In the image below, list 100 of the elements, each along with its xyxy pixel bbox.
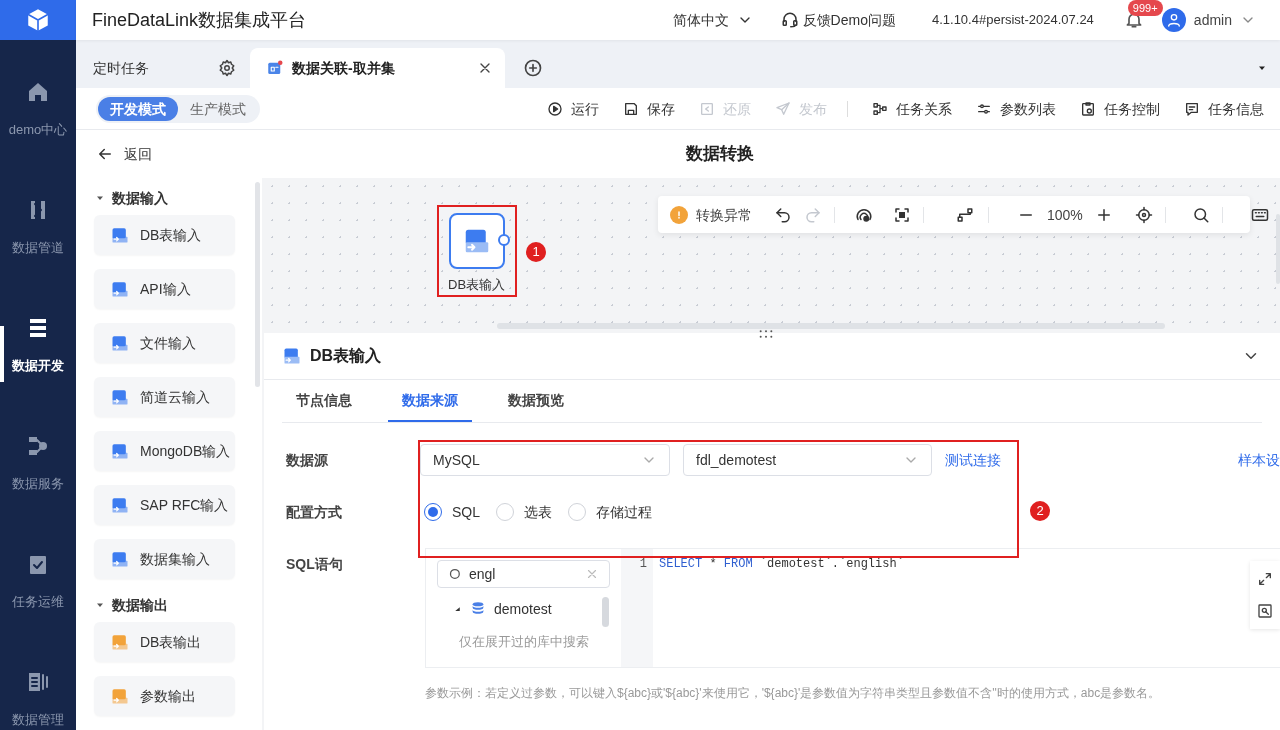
undo-icon[interactable] — [774, 205, 792, 224]
field-label: 数据源 — [286, 451, 329, 470]
tree-scrollbar[interactable] — [602, 597, 609, 627]
radio-option[interactable]: SQL — [424, 502, 480, 522]
mode-option[interactable]: 生产模式 — [178, 96, 258, 121]
connector-icon[interactable] — [956, 205, 974, 224]
settings-icon[interactable] — [218, 59, 236, 77]
node-type-icon — [110, 441, 130, 461]
panel-title: DB表输入 — [310, 346, 382, 366]
save-icon — [623, 100, 639, 117]
line-number: 1 — [621, 549, 653, 667]
field-label: 配置方式 — [286, 503, 343, 522]
panel-tab[interactable]: 数据预览 — [494, 380, 578, 422]
tree-node[interactable]: demotest — [437, 598, 610, 620]
expand-icon[interactable] — [1257, 571, 1273, 587]
database-table-icon — [282, 346, 302, 366]
palette-node[interactable]: MongoDB输入 — [94, 431, 235, 471]
version-label: 4.1.10.4#persist-2024.07.24 — [931, 11, 1094, 30]
db-input-node[interactable] — [448, 213, 505, 269]
node-type-icon — [110, 279, 130, 299]
feedback-link[interactable]: 反馈Demo问题 — [780, 10, 896, 30]
task-tab[interactable]: 定时任务 — [76, 48, 250, 88]
nav-item[interactable]: 任务运维 — [0, 530, 76, 648]
task-icon — [266, 59, 284, 77]
palette-node[interactable]: 数据集输入 — [94, 539, 235, 579]
search-icon[interactable] — [1191, 205, 1210, 224]
toolbar-button[interactable]: 参数列表 — [976, 98, 1056, 119]
expand-caret-icon — [453, 604, 462, 614]
send-icon — [775, 100, 791, 117]
flow-icon — [872, 100, 888, 117]
toolbar-button[interactable]: 任务信息 — [1184, 98, 1264, 119]
nav-label: 数据服务 — [12, 475, 64, 493]
document-icon — [26, 670, 50, 694]
sample-link[interactable]: 样本设 — [1238, 450, 1280, 470]
palette-node[interactable]: SAP RFC输入 — [94, 485, 235, 525]
palette-node[interactable]: 参数输出 — [94, 676, 235, 716]
task-tab[interactable]: 数据关联-取并集 — [250, 48, 505, 88]
panel-tab[interactable]: 数据来源 — [388, 380, 472, 422]
toolbar-button[interactable]: 运行 — [547, 98, 599, 119]
palette-node[interactable]: API输入 — [94, 269, 235, 309]
node-label: DB表输入 — [448, 276, 506, 294]
annotation-badge: 1 — [526, 242, 546, 262]
search-icon — [448, 566, 463, 582]
search-field[interactable]: engl — [437, 560, 610, 588]
palette-group[interactable]: 数据输入 — [94, 188, 168, 208]
database-icon — [470, 601, 486, 617]
language-selector[interactable]: 简体中文 — [672, 10, 753, 30]
fit-view-icon[interactable] — [893, 205, 911, 224]
node-type-icon — [110, 495, 130, 515]
home-icon — [26, 80, 50, 104]
palette-node[interactable]: 文件输入 — [94, 323, 235, 363]
annotation-badge: 2 — [1030, 501, 1050, 521]
code-line: SELECT * FROM `demotest`.`english` — [658, 556, 904, 573]
headset-icon — [780, 11, 799, 29]
nav-label: demo中心 — [8, 121, 68, 139]
select-field[interactable]: fdl_demotest — [683, 444, 932, 476]
select-field[interactable]: MySQL — [420, 444, 670, 476]
node-type-icon — [110, 686, 130, 706]
status-label: 转换异常 — [696, 205, 752, 225]
nav-item[interactable]: 数据管道 — [0, 176, 76, 294]
panel-tab[interactable]: 节点信息 — [282, 380, 366, 422]
nav-label: 数据管道 — [12, 239, 64, 257]
nav-label: 数据管理 — [12, 711, 64, 729]
notification-badge: 999+ — [1127, 0, 1163, 16]
page-title: 数据转换 — [686, 143, 754, 166]
app-title: FineDataLink数据集成平台 — [92, 8, 307, 32]
message-icon — [1184, 100, 1200, 117]
test-connection-link[interactable]: 测试连接 — [945, 450, 1001, 470]
locate-icon[interactable] — [1134, 205, 1153, 224]
nav-item[interactable]: 数据服务 — [0, 412, 76, 530]
nav-label: 任务运维 — [12, 593, 64, 611]
palette-node[interactable]: DB表输出 — [94, 622, 235, 662]
back-button[interactable]: 返回 — [76, 144, 160, 164]
toolbar-button[interactable]: 保存 — [623, 98, 675, 119]
play-icon — [547, 100, 563, 117]
node-type-icon — [110, 387, 130, 407]
node-type-icon — [110, 549, 130, 569]
hint-text: 参数示例：若定义过参数，可以键入${abc}或'${abc}'来使用它，'${abc}'是参数值为字符串类型且参数值不含''时的使用方式，abc是参数名。 — [425, 685, 1162, 702]
horizontal-scrollbar[interactable] — [497, 323, 1165, 329]
node-type-icon — [110, 333, 130, 353]
preview-icon[interactable] — [1257, 603, 1273, 619]
radio-option[interactable]: 选表 — [496, 502, 552, 522]
user-menu[interactable]: admin — [1161, 8, 1256, 32]
nav-label: 数据开发 — [12, 357, 64, 375]
palette-group[interactable]: 数据输出 — [94, 595, 168, 615]
nav-item[interactable]: demo中心 — [0, 58, 76, 176]
toolbar-button[interactable]: 任务控制 — [1080, 98, 1160, 119]
radio-option[interactable]: 存储过程 — [568, 502, 652, 522]
palette-node[interactable]: DB表输入 — [94, 215, 235, 255]
nav-item[interactable]: 数据开发 — [0, 294, 76, 412]
node-type-icon — [110, 225, 130, 245]
add-tab-icon[interactable] — [523, 58, 543, 78]
logo-icon — [25, 7, 51, 33]
field-label: SQL语句 — [286, 555, 344, 574]
mode-option[interactable]: 开发模式 — [98, 96, 178, 121]
toolbar-button[interactable]: 任务关系 — [872, 98, 952, 119]
clipboard-gear-icon — [1080, 100, 1096, 117]
nav-item[interactable]: 数据管理 — [0, 648, 76, 730]
palette-node[interactable]: 简道云输入 — [94, 377, 235, 417]
tree-hint: 仅在展开过的库中搜索 — [457, 633, 590, 651]
